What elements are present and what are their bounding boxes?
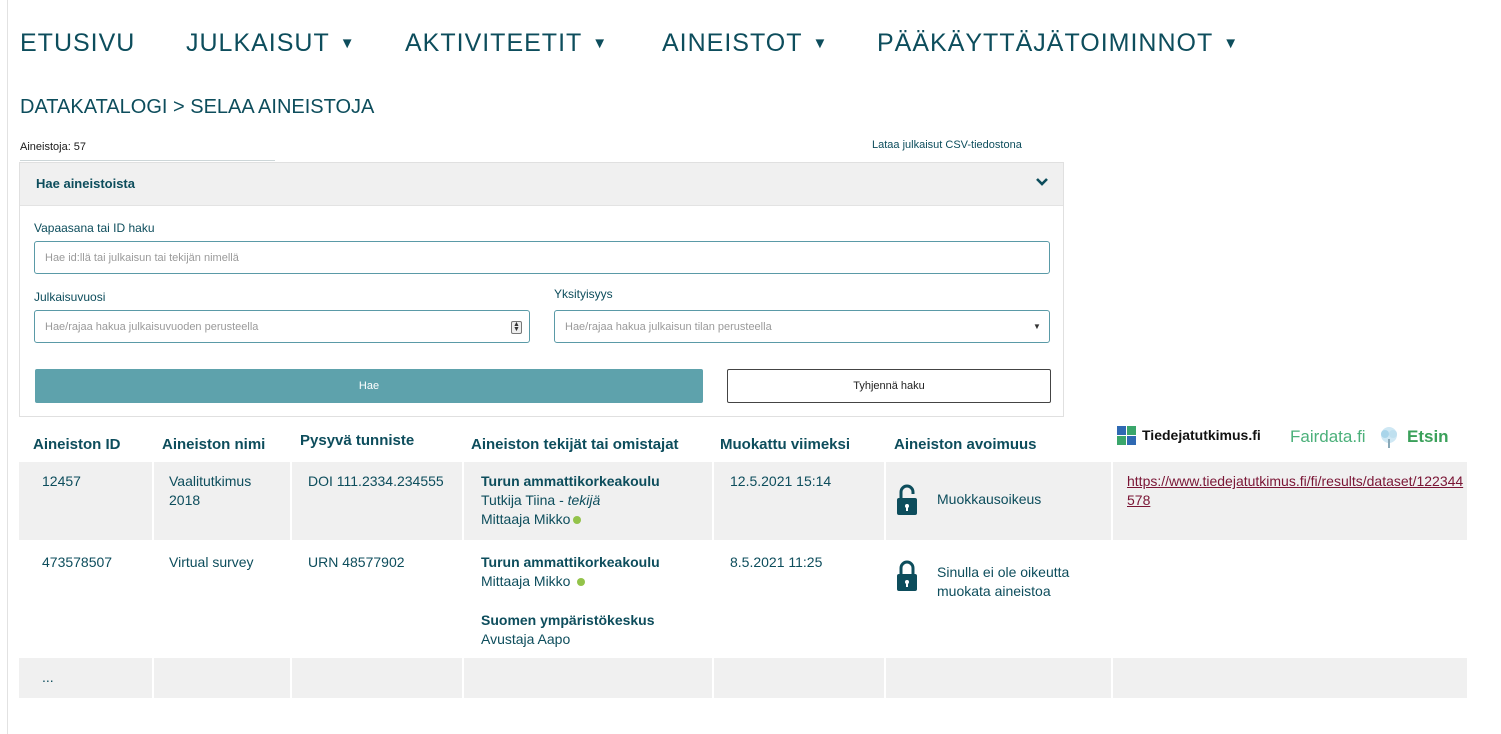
free-search-label: Vapaasana tai ID haku [34, 221, 155, 235]
divider [884, 658, 886, 698]
free-search-input[interactable] [34, 241, 1050, 274]
caret-down-icon: ▼ [1223, 35, 1240, 52]
cell-modified: 12.5.2021 15:14 [730, 473, 832, 489]
tiedejatutkimus-logo: Tiedejatutkimus.fi [1142, 427, 1261, 443]
access-status: Sinulla ei ole oikeutta muokata aineisto… [937, 564, 1070, 599]
nav-item-etusivu[interactable]: ETUSIVU [20, 26, 135, 60]
nav-label: AKTIVITEETIT [405, 29, 583, 57]
nav-label: PÄÄKÄYTTÄJÄTOIMINNOT [877, 29, 1214, 57]
divider [20, 160, 275, 161]
author-name: Mittaaja Mikko [481, 511, 571, 527]
divider [712, 658, 714, 698]
cell-authors: Turun ammattikorkeakoulu Tutkija Tiina -… [481, 472, 660, 529]
access-status: Muokkausoikeus [937, 491, 1042, 507]
divider [152, 462, 154, 540]
cell-identifier: URN 48577902 [308, 554, 405, 570]
clear-search-button[interactable]: Tyhjennä haku [727, 369, 1051, 403]
author-name: Avustaja Aapo [481, 631, 571, 647]
col-header-authors[interactable]: Aineiston tekijät tai omistajat [471, 436, 679, 453]
nav-item-aineistot[interactable]: AINEISTOT ▼ [662, 26, 828, 61]
lock-icon [897, 560, 917, 591]
caret-down-icon: ▼ [339, 35, 356, 52]
divider [712, 462, 714, 540]
nav-label: JULKAISUT [186, 29, 330, 57]
etsin-logo: Etsin [1407, 427, 1449, 446]
cell-name[interactable]: Vaalitutkimus 2018 [169, 472, 274, 510]
breadcrumb: DATAKATALOGI > SELAA AINEISTOJA [20, 96, 375, 118]
privacy-label: Yksityisyys [554, 287, 613, 301]
fairdata-logo: Fairdata.fi [1290, 427, 1366, 446]
divider [290, 658, 292, 698]
year-input[interactable] [34, 310, 530, 343]
divider [290, 462, 292, 540]
cell-id: 473578507 [42, 554, 113, 570]
chevron-down-icon[interactable] [1035, 175, 1049, 189]
cell-authors-2: Suomen ympäristökeskus Avustaja Aapo [481, 611, 655, 649]
tree-icon [1381, 427, 1397, 448]
divider [462, 462, 464, 540]
author-organization: Turun ammattikorkeakoulu [481, 554, 660, 570]
csv-download-link[interactable]: Lataa julkaisut CSV-tiedostona [872, 139, 1022, 151]
nav-label: ETUSIVU [20, 29, 136, 57]
cell-modified: 8.5.2021 11:25 [730, 554, 823, 570]
divider [884, 462, 886, 540]
col-header-id[interactable]: Aineiston ID [33, 436, 121, 453]
dataset-count: Aineistoja: 57 [20, 141, 87, 153]
caret-down-icon: ▼ [592, 35, 609, 52]
author-name: Mittaaja Mikko [481, 573, 571, 589]
status-dot-icon [577, 578, 586, 586]
col-header-access[interactable]: Aineiston avoimuus [894, 436, 1037, 453]
author-organization: Suomen ympäristökeskus [481, 612, 655, 628]
privacy-select[interactable] [554, 310, 1050, 343]
cell-name[interactable]: Virtual survey [169, 553, 254, 572]
caret-down-icon: ▼ [812, 35, 829, 52]
author-name: Tutkija Tiina - [481, 492, 568, 508]
divider [462, 658, 464, 698]
dataset-link[interactable]: https://www.tiedejatutkimus.fi/fi/result… [1127, 472, 1467, 510]
author-organization: Turun ammattikorkeakoulu [481, 473, 660, 489]
search-button[interactable]: Hae [35, 369, 703, 403]
cell-id: 12457 [42, 473, 81, 489]
divider [1111, 658, 1113, 698]
stepper-icon[interactable]: ▲ ▼ [511, 321, 522, 334]
nav-label: AINEISTOT [662, 29, 803, 57]
cell-identifier: DOI 111.2334.234555 [308, 473, 444, 489]
col-header-modified[interactable]: Muokattu viimeksi [720, 436, 850, 453]
unlock-icon [897, 484, 917, 515]
divider [1111, 462, 1113, 540]
left-border [7, 0, 8, 734]
status-dot-icon [573, 516, 582, 524]
cell-authors: Turun ammattikorkeakoulu Mittaaja Mikko [481, 553, 660, 591]
cell-id: ... [42, 669, 54, 685]
col-header-name[interactable]: Aineiston nimi [162, 436, 265, 453]
tiedejatutkimus-logo-icon [1117, 426, 1137, 446]
nav-item-aktiviteetit[interactable]: AKTIVITEETIT ▼ [405, 26, 608, 61]
table-row[interactable] [19, 658, 1467, 698]
nav-item-julkaisut[interactable]: JULKAISUT ▼ [186, 26, 356, 61]
year-label: Julkaisuvuosi [34, 290, 106, 304]
nav-item-paakayttajatoiminnot[interactable]: PÄÄKÄYTTÄJÄTOIMINNOT ▼ [877, 26, 1239, 61]
search-panel-title: Hae aineistoista [36, 176, 135, 191]
divider [152, 658, 154, 698]
author-role: tekijä [567, 492, 601, 508]
col-header-identifier[interactable]: Pysyvä tunniste [300, 432, 414, 449]
search-panel-header[interactable]: Hae aineistoista [20, 163, 1063, 206]
select-arrow-icon: ▼ [1033, 322, 1041, 331]
search-panel: Hae aineistoista Vapaasana tai ID haku J… [19, 162, 1064, 417]
